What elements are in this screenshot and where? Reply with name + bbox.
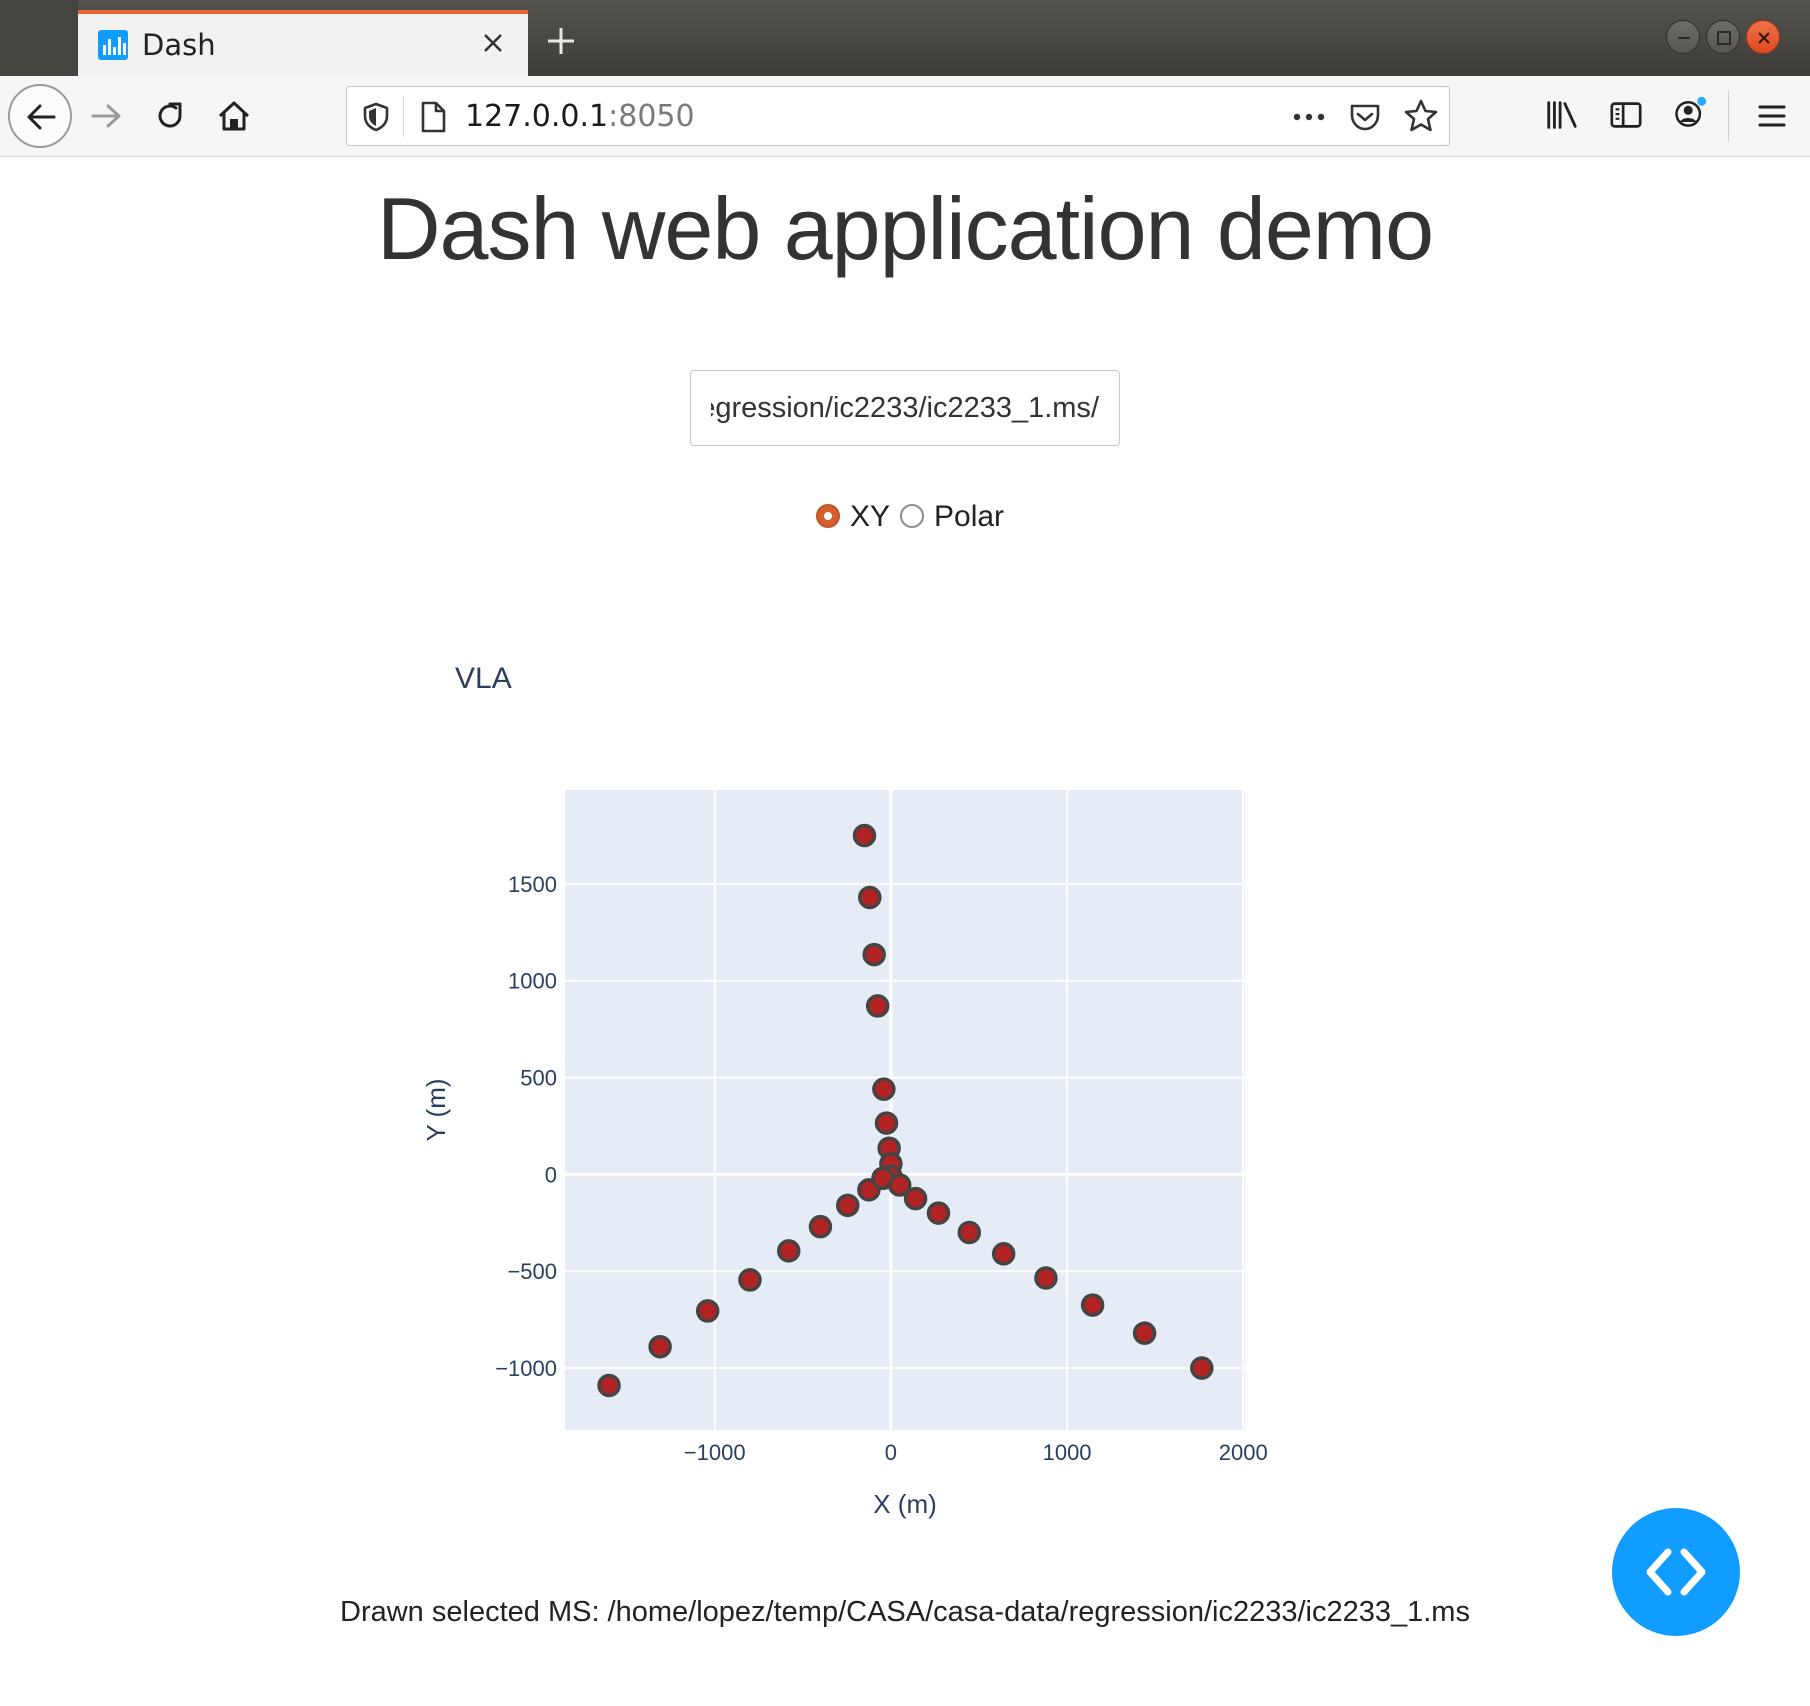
dash-debug-button[interactable] [1612,1508,1740,1636]
y-tick-label: 0 [545,1162,557,1187]
chart-title: VLA [455,662,512,695]
data-point [776,1239,801,1263]
antenna-scatter-plot[interactable]: VLA −1000 0 1000 2000−1000−500050010001500 … [0,620,1810,1520]
data-point [957,1220,982,1245]
data-point [738,1268,762,1292]
data-point [865,994,890,1018]
x-tick-label: 0 [885,1440,897,1465]
data-point [991,1242,1016,1266]
window-controls [1666,20,1796,56]
menu-icon[interactable] [1754,98,1790,134]
data-point [872,1077,896,1101]
code-brackets-icon [1646,1548,1706,1596]
navigation-toolbar: 127.0.0.1:8050 [0,76,1810,157]
ms-path-input[interactable] [690,370,1120,446]
data-point [1080,1293,1105,1317]
tab-title: Dash [142,28,216,62]
home-icon[interactable] [216,98,252,134]
x-tick-label: 2000 [1219,1440,1268,1465]
tab-strip-spacer [0,0,78,76]
tab-dash[interactable]: Dash [78,10,528,76]
data-point [903,1186,928,1211]
url-bar[interactable]: 127.0.0.1:8050 [346,86,1450,146]
radio-label-xy: XY [850,500,891,533]
back-button[interactable] [8,84,72,148]
data-point [862,942,886,967]
data-point [926,1201,951,1225]
x-tick-label: −1000 [684,1440,746,1465]
data-point [695,1299,720,1323]
minimize-button[interactable] [1666,20,1700,54]
footer-status-text: Drawn selected MS: /home/lopez/temp/CASA… [340,1596,1470,1628]
radio-label-polar: Polar [934,500,1005,533]
data-point [648,1334,672,1359]
radio-selected-icon[interactable] [816,504,840,528]
x-axis-label: X (m) [873,1489,937,1519]
data-point [808,1214,833,1239]
toolbar-separator [1728,90,1729,142]
data-point [597,1373,621,1398]
page-actions-icon[interactable] [1291,103,1327,131]
close-window-button[interactable] [1746,20,1780,54]
y-tick-label: 1000 [508,969,557,994]
data-point [874,1111,899,1135]
data-point [1190,1356,1214,1380]
sidebar-icon[interactable] [1608,97,1644,133]
close-tab-icon[interactable] [476,26,510,60]
new-tab-icon[interactable] [544,24,578,58]
bookmark-star-icon[interactable] [1403,98,1439,134]
data-point [1034,1266,1058,1290]
y-tick-label: −500 [507,1259,557,1284]
radio-unselected-icon[interactable] [900,504,924,528]
page-info-icon[interactable] [419,100,447,134]
page-title: Dash web application demo [376,179,1434,278]
pocket-icon[interactable] [1347,99,1383,135]
reload-icon[interactable] [152,98,188,134]
y-axis-label: Y (m) [421,1078,451,1141]
y-tick-label: 1500 [508,872,557,897]
tab-strip: Dash [0,0,1810,76]
forward-arrow-icon[interactable] [88,98,124,134]
url-text[interactable]: 127.0.0.1:8050 [465,99,695,134]
dash-favicon-icon [98,30,128,60]
url-bar-divider [403,97,404,137]
data-point [1132,1321,1157,1345]
data-point [835,1193,860,1218]
library-icon[interactable] [1544,97,1580,133]
back-arrow-icon [27,104,56,130]
tracking-shield-icon[interactable] [361,101,391,133]
account-icon[interactable] [1672,95,1708,131]
x-tick-label: 1000 [1043,1440,1092,1465]
y-tick-label: −1000 [495,1356,557,1381]
url-port: :8050 [608,99,695,134]
data-point [858,885,882,910]
url-host: 127.0.0.1 [465,99,609,134]
data-point [852,823,877,848]
y-tick-label: 500 [520,1066,557,1091]
maximize-button[interactable] [1706,20,1740,54]
